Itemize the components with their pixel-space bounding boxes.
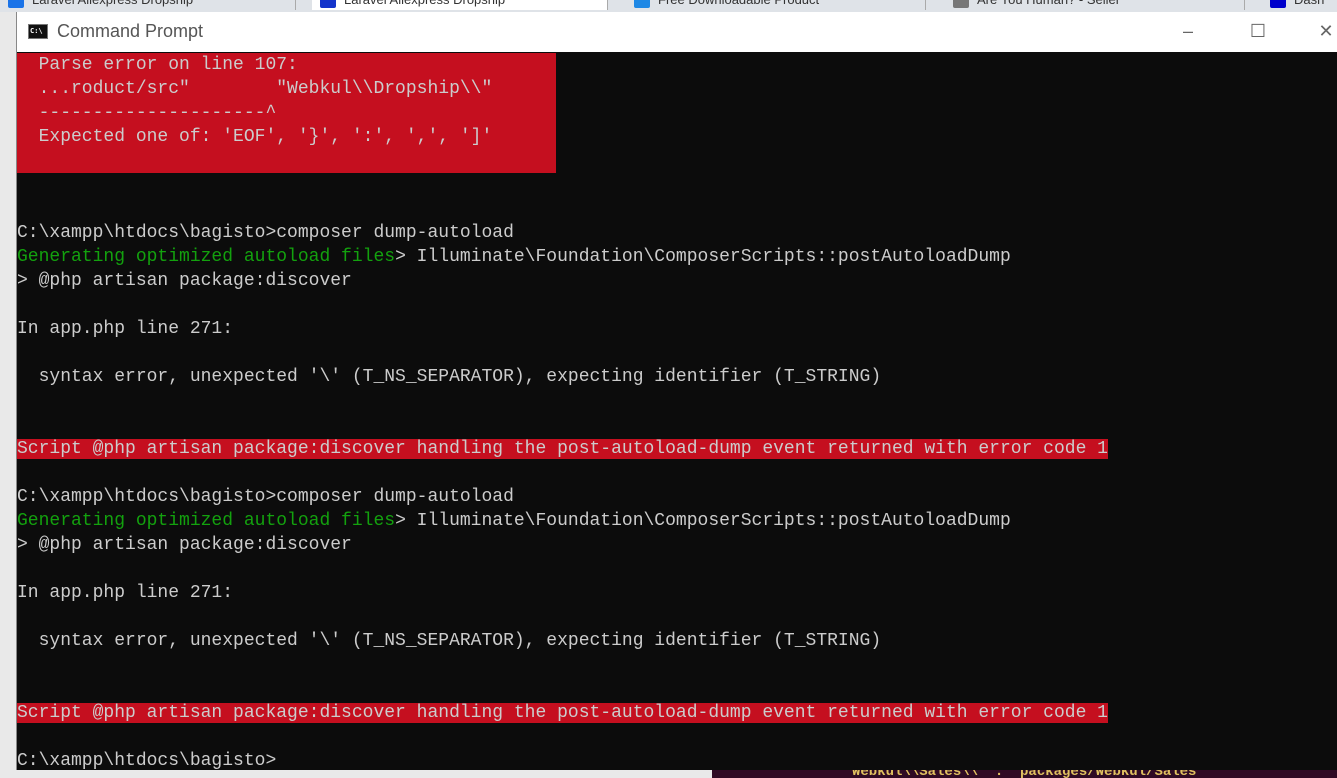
line-text: Parse error on line 107:: [17, 55, 298, 75]
command-prompt-window: C:\ Command Prompt – ☐ ✕ Parse error on …: [16, 12, 1337, 773]
maximize-button[interactable]: ☐: [1235, 12, 1281, 52]
terminal-line: Generating optimized autoload files> Ill…: [17, 509, 1011, 533]
terminal-line: In app.php line 271:: [17, 581, 233, 605]
tab-favicon-icon: [634, 0, 650, 8]
line-text: syntax error, unexpected '\' (T_NS_SEPAR…: [17, 367, 882, 387]
browser-tab[interactable]: Free Downloadable Product: [626, 0, 926, 10]
line-text: syntax error, unexpected '\' (T_NS_SEPAR…: [17, 631, 882, 651]
line-text: > @php artisan package:discover: [17, 271, 352, 291]
title-bar[interactable]: C:\ Command Prompt – ☐ ✕: [17, 12, 1337, 52]
browser-tab[interactable]: Are You Human? - Seller: [945, 0, 1245, 10]
line-text: Script @php artisan package:discover han…: [17, 703, 1108, 723]
error-line: Script @php artisan package:discover han…: [17, 437, 1108, 461]
browser-tab[interactable]: Laravel Aliexpress Dropship: [312, 0, 608, 10]
window-title: Command Prompt: [57, 21, 204, 41]
error-line: Script @php artisan package:discover han…: [17, 701, 1108, 725]
terminal-line: C:\xampp\htdocs\bagisto>: [17, 749, 276, 773]
line-text: C:\xampp\htdocs\bagisto>: [17, 751, 277, 771]
tab-label: Laravel Aliexpress Dropship: [32, 0, 193, 7]
terminal-line: ...roduct/src" "Webkul\\Dropship\\": [17, 77, 493, 101]
terminal-line: C:\xampp\htdocs\bagisto>composer dump-au…: [17, 485, 514, 509]
terminal-line: Parse error on line 107:: [17, 53, 298, 77]
minimize-button[interactable]: –: [1165, 12, 1211, 52]
cmd-icon: C:\: [28, 24, 48, 39]
line-text: ---------------------^: [17, 103, 277, 123]
terminal-line: > @php artisan package:discover: [17, 269, 352, 293]
terminal-line: Generating optimized autoload files> Ill…: [17, 245, 1011, 269]
status-text: Generating optimized autoload files: [17, 511, 396, 531]
tab-favicon-icon: [320, 0, 336, 8]
terminal-output[interactable]: Parse error on line 107: ...roduct/src" …: [17, 53, 1337, 773]
line-text: Expected one of: 'EOF', '}', ':', ',', '…: [17, 127, 493, 147]
status-text: Generating optimized autoload files: [17, 247, 396, 267]
tab-label: Free Downloadable Product: [658, 0, 819, 7]
line-text: C:\xampp\htdocs\bagisto>composer dump-au…: [17, 223, 514, 243]
line-text: > Illuminate\Foundation\ComposerScripts:…: [395, 511, 1011, 531]
line-text: In app.php line 271:: [17, 583, 234, 603]
terminal-line: Expected one of: 'EOF', '}', ':', ',', '…: [17, 125, 493, 149]
terminal-line: > @php artisan package:discover: [17, 533, 352, 557]
browser-tab-strip: Laravel Aliexpress Dropship Laravel Aliex…: [0, 0, 1337, 12]
tab-label: Dash: [1294, 0, 1324, 7]
tab-label: Are You Human? - Seller: [977, 0, 1120, 7]
line-text: In app.php line 271:: [17, 319, 234, 339]
line-text: ...roduct/src" "Webkul\\Dropship\\": [17, 79, 493, 99]
terminal-line: syntax error, unexpected '\' (T_NS_SEPAR…: [17, 365, 882, 389]
terminal-line: In app.php line 271:: [17, 317, 233, 341]
tab-label: Laravel Aliexpress Dropship: [344, 0, 505, 7]
terminal-line: syntax error, unexpected '\' (T_NS_SEPAR…: [17, 629, 882, 653]
line-text: C:\xampp\htdocs\bagisto>composer dump-au…: [17, 487, 514, 507]
line-text: > @php artisan package:discover: [17, 535, 352, 555]
tab-favicon-icon: [1270, 0, 1286, 8]
tab-favicon-icon: [953, 0, 969, 8]
close-button[interactable]: ✕: [1303, 12, 1337, 52]
background-terminal-window: Webkul\\Sales\\" : "packages/Webkul/Sale…: [712, 770, 1337, 778]
browser-tab[interactable]: Laravel Aliexpress Dropship: [0, 0, 296, 10]
line-text: > Illuminate\Foundation\ComposerScripts:…: [395, 247, 1011, 267]
terminal-line: C:\xampp\htdocs\bagisto>composer dump-au…: [17, 221, 514, 245]
tab-favicon-icon: [8, 0, 24, 8]
line-text: Script @php artisan package:discover han…: [17, 439, 1108, 459]
browser-tab[interactable]: Dash: [1262, 0, 1337, 10]
terminal-line: ---------------------^: [17, 101, 277, 125]
